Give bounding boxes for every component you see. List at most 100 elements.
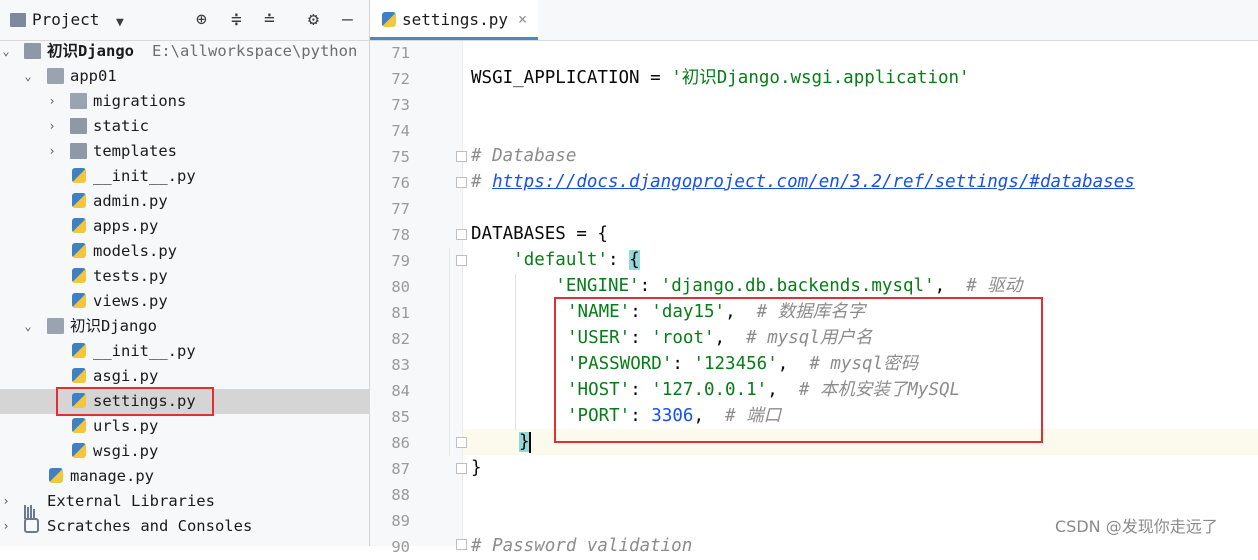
tree-item-label: __init__.py xyxy=(93,167,196,185)
fold-marker-icon[interactable] xyxy=(456,539,467,550)
tree-item-label: 初识Django xyxy=(70,317,157,335)
chevron-down-icon[interactable]: ▼ xyxy=(116,13,124,33)
tree-item-file[interactable]: apps.py xyxy=(0,214,369,239)
fold-marker-icon[interactable] xyxy=(456,463,467,474)
locate-file-icon[interactable]: ⊕ xyxy=(196,10,207,30)
chevron-down-icon[interactable]: ⌄ xyxy=(0,39,12,64)
python-file-icon xyxy=(72,193,86,208)
python-file-icon xyxy=(72,168,86,183)
fold-marker-icon[interactable] xyxy=(456,229,467,240)
line-number: 86 xyxy=(391,434,410,452)
tree-item-label: __init__.py xyxy=(93,342,196,360)
collapse-all-icon[interactable]: ≐ xyxy=(264,10,275,30)
minimize-icon[interactable]: — xyxy=(342,10,353,30)
chevron-down-icon[interactable]: ⌄ xyxy=(22,314,34,339)
tree-item-migrations[interactable]: › migrations xyxy=(0,89,369,114)
tree-item-label: static xyxy=(93,117,149,135)
code-link-url[interactable]: https://docs.djangoproject.com/en/3.2/re… xyxy=(492,172,1135,192)
tree-item-file[interactable]: tests.py xyxy=(0,264,369,289)
code-line-76[interactable]: # https://docs.djangoproject.com/en/3.2/… xyxy=(471,169,1135,195)
line-number: 72 xyxy=(391,70,410,88)
tree-item-file[interactable]: models.py xyxy=(0,239,369,264)
python-file-icon xyxy=(72,243,86,258)
code-token: } xyxy=(471,458,482,478)
chevron-right-icon[interactable]: › xyxy=(0,514,12,539)
tree-item-file[interactable]: asgi.py xyxy=(0,364,369,389)
expand-all-icon[interactable]: ≑ xyxy=(231,10,242,30)
code-line-90[interactable]: # Password validation xyxy=(471,533,692,559)
code-line-72[interactable]: WSGI_APPLICATION = '初识Django.wsgi.applic… xyxy=(471,65,970,91)
tree-item-scratches[interactable]: › Scratches and Consoles xyxy=(0,514,369,539)
line-number: 82 xyxy=(391,330,410,348)
tree-item-label: 初识Django xyxy=(47,42,134,60)
fold-marker-icon[interactable] xyxy=(456,151,467,162)
text-caret xyxy=(529,432,531,453)
code-token-string: 'ENGINE' xyxy=(555,276,640,296)
line-number: 71 xyxy=(391,44,410,62)
tree-item-external-libraries[interactable]: › External Libraries xyxy=(0,489,369,519)
tree-item-app01[interactable]: ⌄ app01 xyxy=(0,64,369,89)
code-token: : xyxy=(607,250,630,270)
tree-item-file[interactable]: views.py xyxy=(0,289,369,314)
tree-item-file[interactable]: wsgi.py xyxy=(0,439,369,464)
tab-settings-py[interactable]: settings.py × xyxy=(370,0,538,40)
code-line-86[interactable]: } xyxy=(519,429,530,455)
project-panel-header: Project ▼ ⊕ ≑ ≐ ⚙ — xyxy=(0,0,369,41)
watermark: CSDN @发现你走远了 xyxy=(1055,517,1218,536)
folder-icon xyxy=(70,143,87,159)
python-file-icon xyxy=(49,468,63,483)
tree-item-file[interactable]: urls.py xyxy=(0,414,369,439)
tree-item-label: tests.py xyxy=(93,267,168,285)
project-view-icon xyxy=(10,13,26,27)
line-number: 83 xyxy=(391,356,410,374)
folder-icon xyxy=(24,43,41,59)
code-token-comment: # xyxy=(471,172,493,192)
code-line-78[interactable]: DATABASES = { xyxy=(471,221,608,247)
chevron-down-icon[interactable]: ⌄ xyxy=(22,64,34,89)
code-line-87[interactable]: } xyxy=(471,455,482,481)
chevron-right-icon[interactable]: › xyxy=(0,489,12,514)
line-number: 89 xyxy=(391,512,410,530)
line-number: 79 xyxy=(391,252,410,270)
scratches-icon xyxy=(24,518,39,533)
fold-marker-icon[interactable] xyxy=(456,437,467,448)
chevron-right-icon[interactable]: › xyxy=(46,89,58,114)
line-number: 74 xyxy=(391,122,410,140)
tree-item-package[interactable]: ⌄ 初识Django xyxy=(0,314,369,339)
tree-item-label: admin.py xyxy=(93,192,168,210)
code-line-75[interactable]: # Database xyxy=(471,143,576,169)
tree-item-file[interactable]: manage.py xyxy=(0,464,369,489)
python-file-icon xyxy=(72,293,86,308)
library-icon xyxy=(24,494,41,519)
editor-tab-bar: settings.py × xyxy=(370,0,1258,41)
tree-item-label: templates xyxy=(93,142,177,160)
code-line-79[interactable]: 'default': { xyxy=(471,247,640,273)
fold-marker-icon[interactable] xyxy=(456,177,467,188)
code-token: , xyxy=(934,276,967,296)
chevron-right-icon[interactable]: › xyxy=(46,139,58,164)
fold-marker-icon[interactable] xyxy=(456,255,467,266)
tree-item-file[interactable]: __init__.py xyxy=(0,164,369,189)
folder-icon xyxy=(47,318,64,334)
folder-icon xyxy=(70,118,87,134)
tree-item-file[interactable]: admin.py xyxy=(0,189,369,214)
line-number: 88 xyxy=(391,486,410,504)
line-number: 77 xyxy=(391,200,410,218)
project-view-dropdown[interactable]: Project xyxy=(32,10,99,29)
gear-icon[interactable]: ⚙ xyxy=(308,10,319,30)
project-path: E:\allworkspace\python xyxy=(152,42,358,60)
chevron-right-icon[interactable]: › xyxy=(46,114,58,139)
python-file-icon xyxy=(72,218,86,233)
code-brace-matched: { xyxy=(629,250,640,270)
tree-item-static[interactable]: › static xyxy=(0,114,369,139)
code-line-80[interactable]: 'ENGINE': 'django.db.backends.mysql', # … xyxy=(471,273,1022,299)
tree-item-project-root[interactable]: ⌄ 初识Django E:\allworkspace\python xyxy=(0,39,369,64)
project-panel: Project ▼ ⊕ ≑ ≐ ⚙ — ⌄ 初识Django E:\allwor… xyxy=(0,0,370,546)
indent-guide xyxy=(449,248,450,456)
close-icon[interactable]: × xyxy=(518,10,527,28)
line-number: 81 xyxy=(391,304,410,322)
line-number: 87 xyxy=(391,460,410,478)
python-file-icon xyxy=(72,443,86,458)
tree-item-file[interactable]: __init__.py xyxy=(0,339,369,364)
tree-item-templates[interactable]: › templates xyxy=(0,139,369,164)
